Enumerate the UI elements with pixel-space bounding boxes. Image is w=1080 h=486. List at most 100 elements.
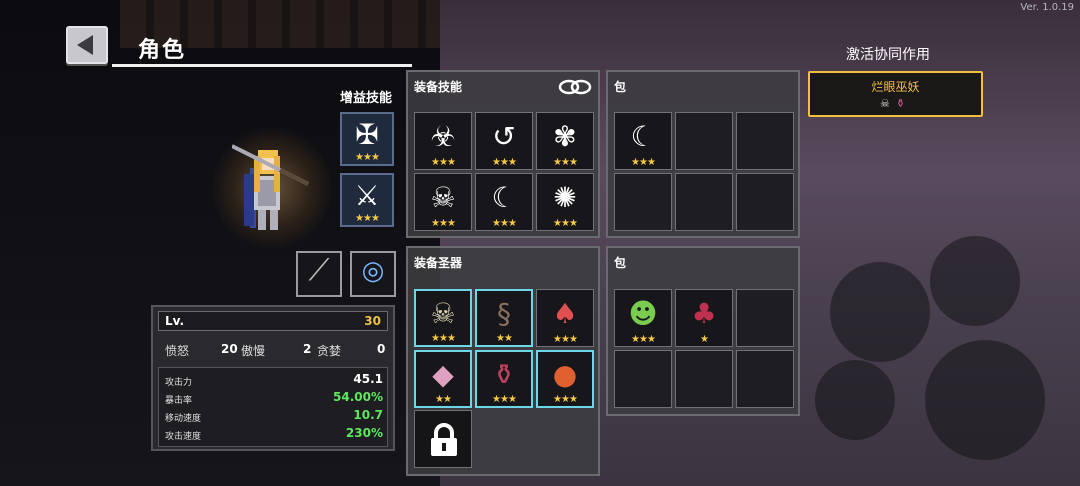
buff-slot[interactable]: ⚔ ★★★ <box>340 173 394 227</box>
star-rating: ★★★ <box>492 218 517 229</box>
equipped-skills-panel: 装备技能 ☣ ★★★ ↺ ★★★ ✾ ★★★ ☠ ★★★ ☾ ★★★ ✺ ★★★ <box>406 70 600 238</box>
accessory-slot[interactable]: ◎ <box>350 251 396 297</box>
item-slot[interactable]: ☠ ★★★ <box>414 173 472 231</box>
star-rating: ★★★ <box>431 218 456 229</box>
attribute-name: 攻击速度 <box>165 432 202 442</box>
empty-slot[interactable] <box>675 173 733 231</box>
trait-value: 20 <box>221 342 238 356</box>
red-claw-icon: ♣ <box>691 296 717 330</box>
star-rating: ★★★ <box>553 157 578 168</box>
empty-slot[interactable] <box>736 350 794 408</box>
level-label: Lv. <box>165 314 185 328</box>
item-slot[interactable]: ● ★★★ <box>536 350 594 408</box>
empty-slot[interactable] <box>736 112 794 170</box>
star-rating: ★★★ <box>553 334 578 345</box>
skills-bag-panel: 包 ☾ ★★★ <box>606 70 800 238</box>
back-button[interactable] <box>66 26 108 64</box>
trait-name: 傲慢 <box>241 344 266 358</box>
potion-icon: ⚱ <box>895 97 912 110</box>
panel-title: 装备技能 <box>414 80 463 94</box>
goblin-icon: ✾ <box>553 119 577 153</box>
star-rating: ★★★ <box>631 334 656 345</box>
star-rating: ★★ <box>496 333 513 344</box>
trait-value: 2 <box>303 342 312 356</box>
axe-swirl-icon: ↺ <box>492 119 516 153</box>
page-title: 角色 <box>138 38 187 63</box>
panel-title: 装备圣器 <box>414 256 463 270</box>
synergy-card[interactable]: 烂眼巫妖 ☠⚱ <box>808 71 983 117</box>
item-slot[interactable]: ☾ ★★★ <box>475 173 533 231</box>
buff-skills-label: 增益技能 <box>340 91 393 106</box>
attribute-value: 230% <box>345 426 383 440</box>
item-slot[interactable]: ♠ ★★★ <box>536 289 594 347</box>
character-sprite <box>232 144 309 230</box>
attribute-row: 攻击速度 230% <box>165 426 383 444</box>
link-icon[interactable] <box>558 78 592 96</box>
star-rating: ★ <box>700 334 709 345</box>
trait-name: 贪婪 <box>317 344 342 358</box>
item-slot[interactable]: ✾ ★★★ <box>536 112 594 170</box>
bg-joystick-circle <box>830 262 930 362</box>
level-value: 30 <box>364 314 381 328</box>
version-label: Ver. 1.0.19 <box>1020 2 1074 13</box>
item-slot[interactable]: ☻ ★★★ <box>614 289 672 347</box>
back-arrow-icon <box>77 35 93 55</box>
item-slot[interactable]: ↺ ★★★ <box>475 112 533 170</box>
weapon-slot[interactable]: ⟋ <box>296 251 342 297</box>
burst-icon: ✺ <box>553 180 577 214</box>
empty-slot[interactable] <box>614 350 672 408</box>
star-rating: ★★★ <box>553 218 578 229</box>
panel-title: 包 <box>614 256 627 270</box>
star-rating: ★★★ <box>631 157 656 168</box>
attribute-value: 10.7 <box>353 408 383 422</box>
synergy-name: 烂眼巫妖 <box>871 80 920 94</box>
level-row: Lv. 30 <box>158 311 388 331</box>
title-underline <box>112 64 412 67</box>
relics-bag-panel: 包 ☻ ★★★ ♣ ★ <box>606 246 800 416</box>
attribute-value: 54.00% <box>333 390 383 404</box>
star-rating: ★★★ <box>492 394 517 405</box>
skull-mask-icon: ☠ <box>430 296 456 330</box>
locked-relic-slot[interactable] <box>414 410 472 468</box>
item-slot[interactable]: ☠ ★★★ <box>414 289 472 347</box>
star-rating: ★★★ <box>553 394 578 405</box>
item-slot[interactable]: ♣ ★ <box>675 289 733 347</box>
spear-icon: ⟋ <box>308 252 330 288</box>
serpent-icon: § <box>497 296 511 330</box>
star-rating: ★★★ <box>355 213 380 224</box>
crescent-icon: ☾ <box>630 119 656 153</box>
attribute-name: 攻击力 <box>165 378 193 388</box>
item-slot[interactable]: ✺ ★★★ <box>536 173 594 231</box>
panel-title: 包 <box>614 80 627 94</box>
trait-row: 愤怒 20 傲慢 2 贪婪 0 <box>153 342 393 360</box>
biohazard-icon: ☣ <box>430 119 456 153</box>
empty-slot[interactable] <box>675 350 733 408</box>
empty-slot[interactable] <box>736 289 794 347</box>
star-rating: ★★★ <box>431 333 456 344</box>
attribute-row: 暴击率 54.00% <box>165 390 383 408</box>
item-slot[interactable]: ⚱ ★★★ <box>475 350 533 408</box>
potion-icon: ⚱ <box>492 357 516 391</box>
stats-panel: Lv. 30 愤怒 20 傲慢 2 贪婪 0 攻击力 45.1 暴击率 54.0… <box>151 305 395 451</box>
flame-leaf-icon: ♠ <box>552 296 578 330</box>
item-slot[interactable]: ☾ ★★★ <box>614 112 672 170</box>
buff-slot[interactable]: ✠ ★★★ <box>340 112 394 166</box>
empty-slot[interactable] <box>675 112 733 170</box>
crystal-icon: ◆ <box>432 357 454 391</box>
trait-value: 0 <box>377 342 386 356</box>
item-slot[interactable]: § ★★ <box>475 289 533 347</box>
star-rating: ★★★ <box>355 152 380 163</box>
attribute-list: 攻击力 45.1 暴击率 54.00% 移动速度 10.7 攻击速度 230% <box>158 367 388 447</box>
synergy-icons: ☠⚱ <box>810 97 981 110</box>
empty-slot[interactable] <box>614 173 672 231</box>
item-slot[interactable]: ◆ ★★ <box>414 350 472 408</box>
empty-slot[interactable] <box>736 173 794 231</box>
padlock-icon <box>431 423 457 456</box>
attribute-value: 45.1 <box>353 372 383 386</box>
demon-sigil-icon: ✠ <box>355 118 379 151</box>
item-slot[interactable]: ☣ ★★★ <box>414 112 472 170</box>
star-rating: ★★★ <box>492 157 517 168</box>
star-rating: ★★ <box>435 394 452 405</box>
whirl-shield-icon: ◎ <box>361 255 385 286</box>
attribute-row: 移动速度 10.7 <box>165 408 383 426</box>
